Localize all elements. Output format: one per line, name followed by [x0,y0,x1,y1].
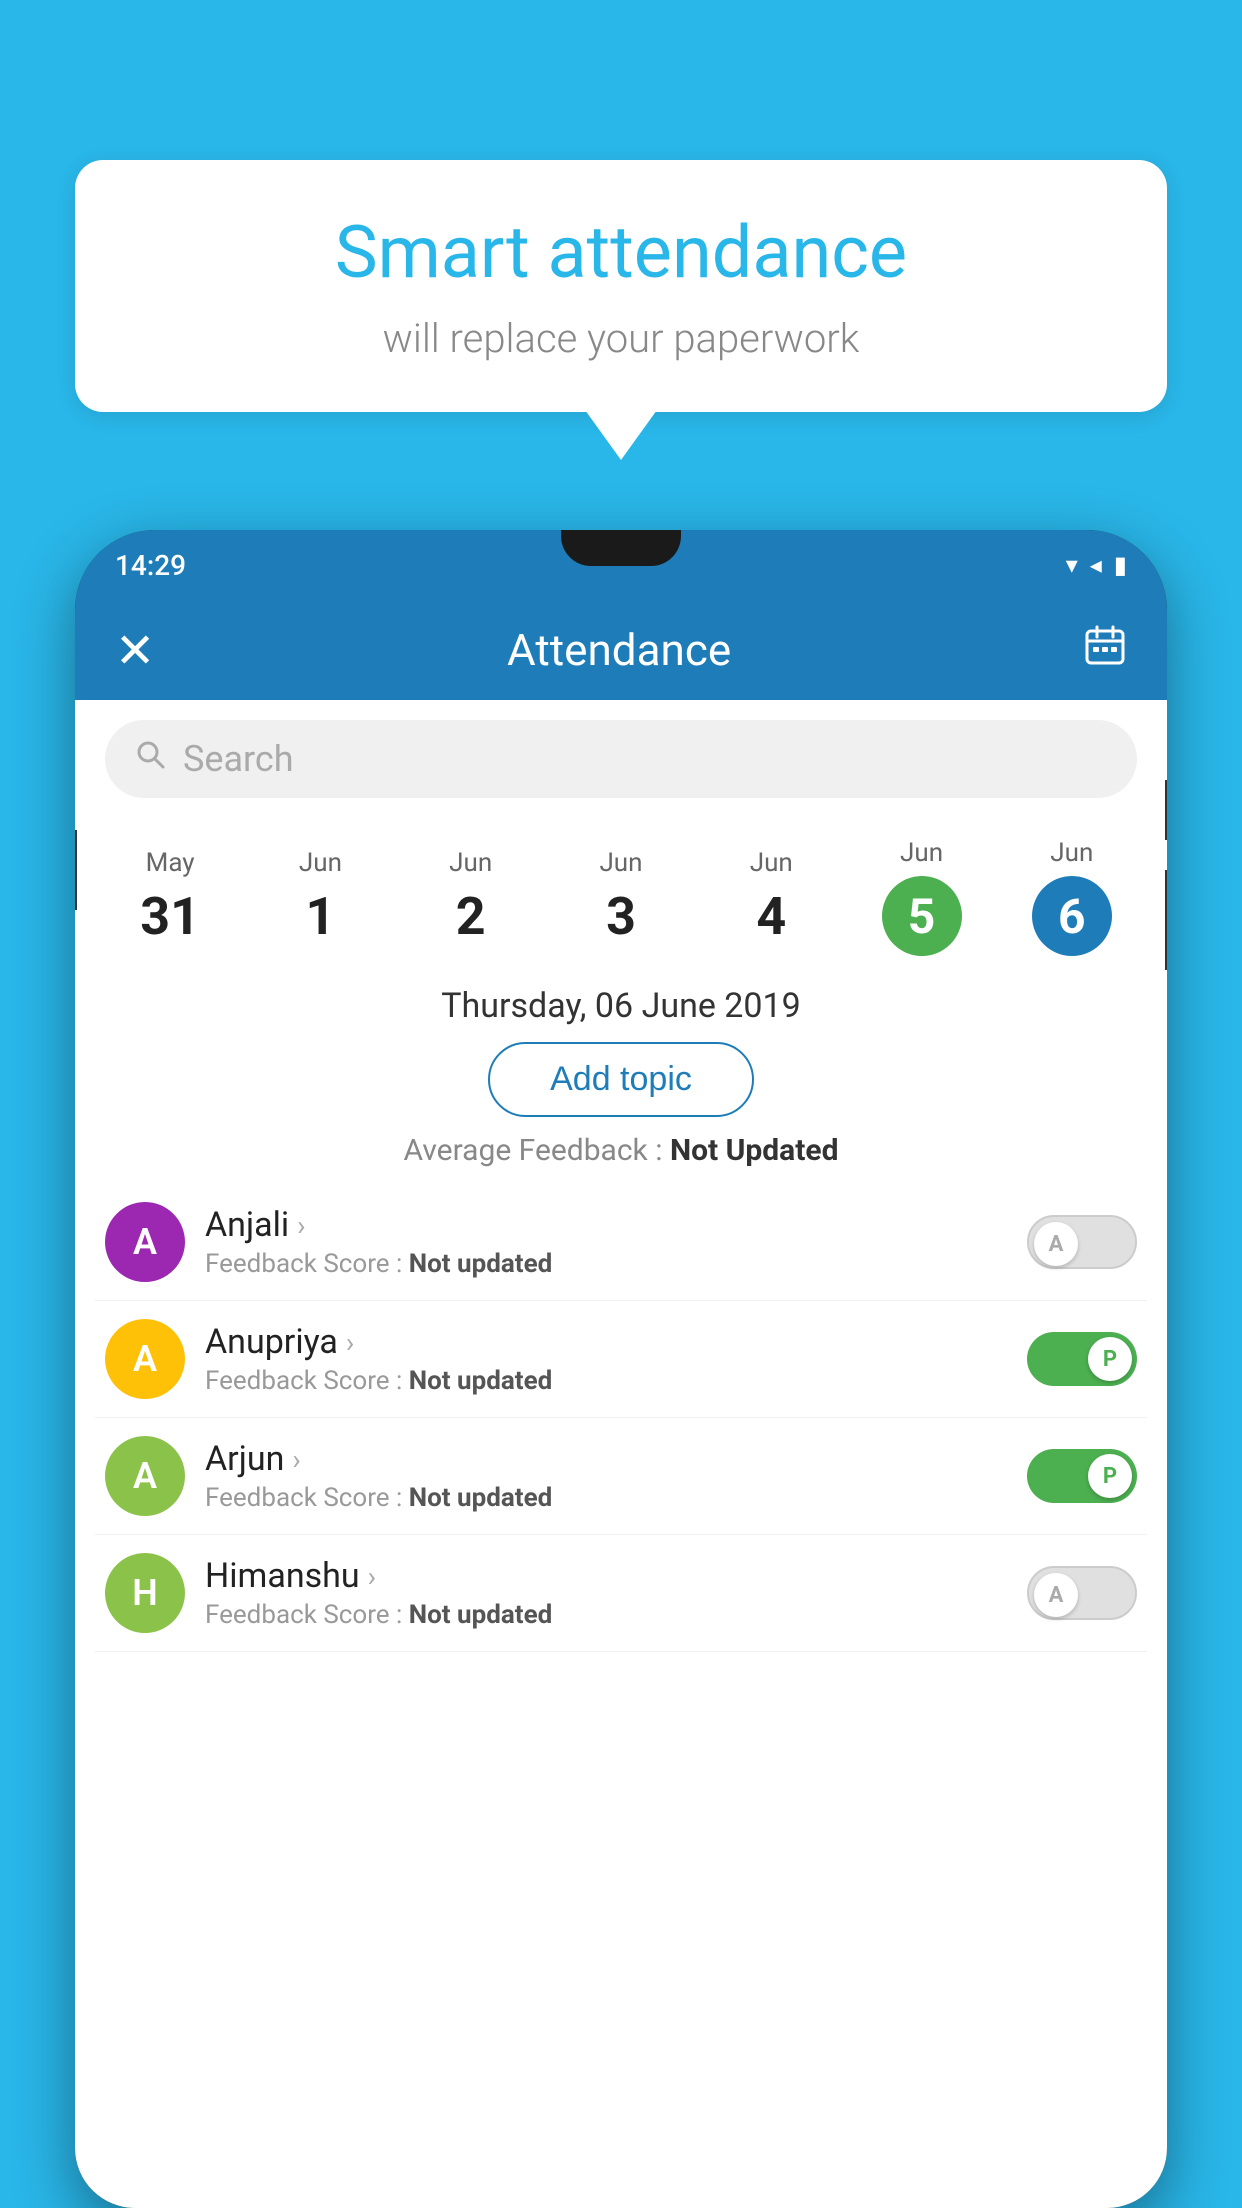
bubble-subtitle: will replace your paperwork [135,315,1107,362]
add-topic-button[interactable]: Add topic [488,1042,754,1117]
side-button-left [75,830,77,910]
speech-bubble: Smart attendance will replace your paper… [75,160,1167,412]
student-item-anjali[interactable]: A Anjali › Feedback Score : Not updated … [95,1184,1147,1301]
date-item-jun3[interactable]: Jun 3 [546,838,696,957]
status-bar: 14:29 ▾ ◂ ▮ [75,530,1167,600]
date-item-jun6[interactable]: Jun 6 [997,828,1147,966]
status-icons: ▾ ◂ ▮ [1066,551,1127,579]
student-avatar-anjali: A [105,1202,185,1282]
chevron-icon: › [297,1209,305,1242]
date-item-jun1[interactable]: Jun 1 [245,838,395,957]
toggle-arjun[interactable]: P [1027,1449,1137,1503]
student-list: A Anjali › Feedback Score : Not updated … [75,1184,1167,1652]
battery-icon: ▮ [1114,551,1127,579]
phone-notch [561,530,681,566]
search-input[interactable]: Search [183,738,294,780]
date-item-jun4[interactable]: Jun 4 [696,838,846,957]
side-button-right-bottom [1165,870,1167,970]
toggle-anupriya[interactable]: P [1027,1332,1137,1386]
phone-frame: 14:29 ▾ ◂ ▮ ✕ Attendance [75,530,1167,2208]
phone-content: Search May 31 Jun 1 Jun 2 Jun 3 Jun 4 [75,700,1167,2208]
date-item-jun2[interactable]: Jun 2 [396,838,546,957]
close-button[interactable]: ✕ [115,622,155,679]
chevron-icon: › [368,1560,376,1593]
average-feedback: Average Feedback : Not Updated [75,1133,1167,1168]
selected-date-label: Thursday, 06 June 2019 [75,986,1167,1026]
student-avatar-himanshu: H [105,1553,185,1633]
student-avatar-anupriya: A [105,1319,185,1399]
student-info-arjun: Arjun › Feedback Score : Not updated [205,1439,1007,1513]
bubble-title: Smart attendance [135,210,1107,295]
student-item-himanshu[interactable]: H Himanshu › Feedback Score : Not update… [95,1535,1147,1652]
toggle-himanshu[interactable]: A [1027,1566,1137,1620]
toggle-anjali[interactable]: A [1027,1215,1137,1269]
signal-icon: ◂ [1090,551,1102,579]
chevron-icon: › [346,1326,354,1359]
chevron-icon: › [292,1443,300,1476]
student-item-arjun[interactable]: A Arjun › Feedback Score : Not updated P [95,1418,1147,1535]
header-title: Attendance [507,624,731,676]
student-avatar-arjun: A [105,1436,185,1516]
date-scroller: May 31 Jun 1 Jun 2 Jun 3 Jun 4 Jun [75,818,1167,976]
app-header: ✕ Attendance [75,600,1167,700]
student-info-anupriya: Anupriya › Feedback Score : Not updated [205,1322,1007,1396]
calendar-icon[interactable] [1083,623,1127,677]
average-feedback-value: Not Updated [670,1133,839,1168]
date-item-jun5[interactable]: Jun 5 [846,828,996,966]
student-info-anjali: Anjali › Feedback Score : Not updated [205,1205,1007,1279]
search-icon [135,739,167,779]
side-button-right-top [1165,780,1167,840]
search-bar[interactable]: Search [105,720,1137,798]
status-time: 14:29 [115,549,186,582]
student-item-anupriya[interactable]: A Anupriya › Feedback Score : Not update… [95,1301,1147,1418]
student-info-himanshu: Himanshu › Feedback Score : Not updated [205,1556,1007,1630]
date-item-may31[interactable]: May 31 [95,838,245,957]
wifi-icon: ▾ [1066,551,1078,579]
